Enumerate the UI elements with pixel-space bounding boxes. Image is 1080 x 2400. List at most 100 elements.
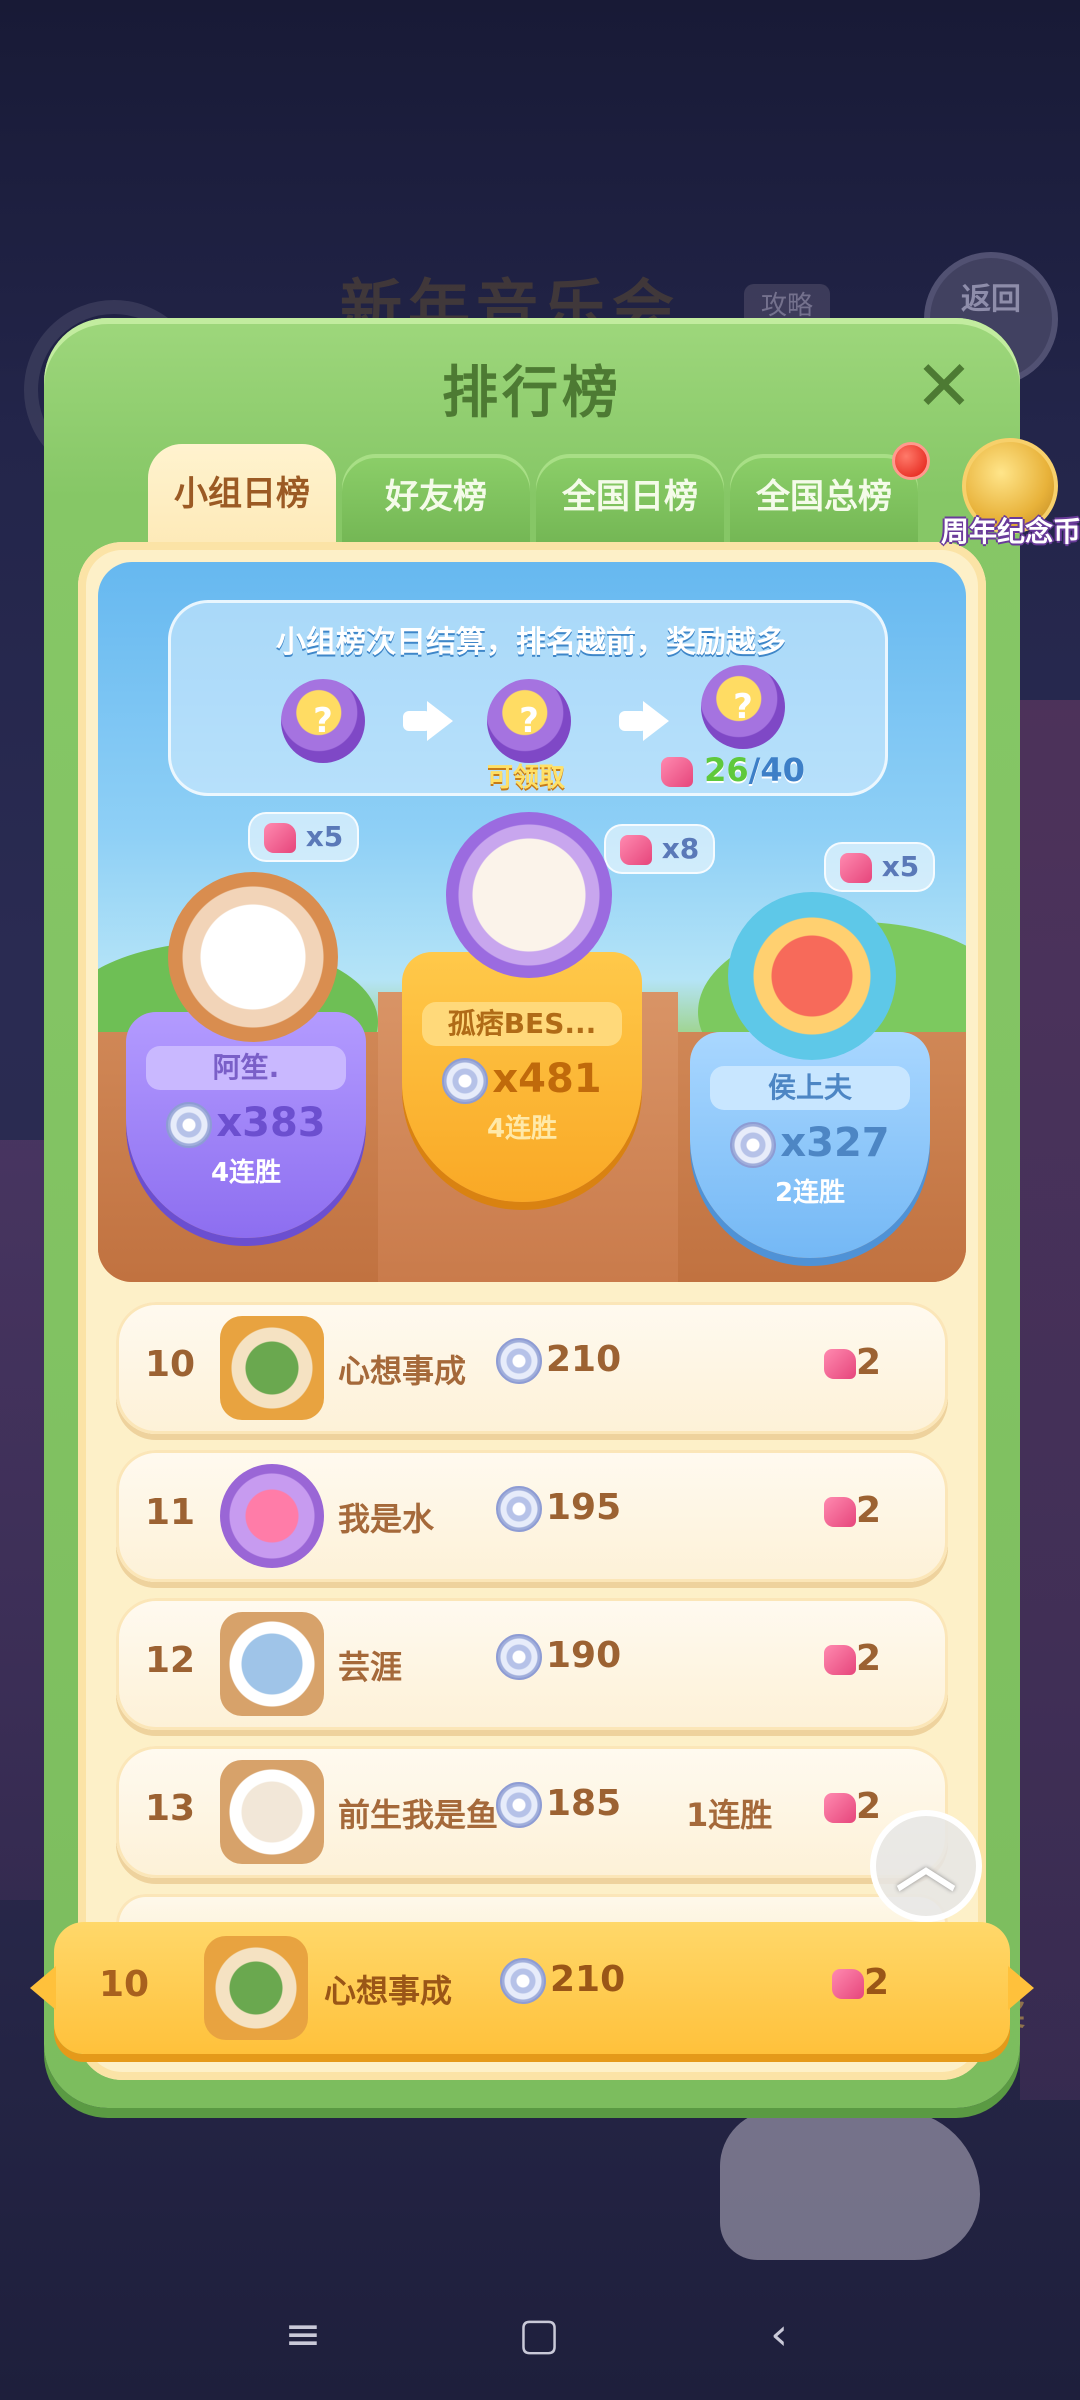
tab-group-daily[interactable]: 小组日榜 [148, 444, 336, 554]
third-pieces-tag: x5 [824, 842, 936, 892]
my-name: 心想事成 [324, 1972, 453, 2010]
my-avatar[interactable] [204, 1936, 308, 2040]
second-name: 阿笙. [146, 1046, 346, 1090]
second-avatar[interactable] [168, 872, 338, 1042]
reward-chest-2[interactable]: ? [487, 679, 571, 763]
player-pieces: 2 [824, 1342, 881, 1383]
rank-number: 11 [144, 1492, 196, 1533]
my-rank-row[interactable]: 10 心想事成 210 2 [30, 1922, 1034, 2054]
first-streak: 4连胜 [486, 1114, 558, 1144]
player-avatar[interactable] [220, 1612, 324, 1716]
ranking-row-12[interactable]: 12 芸涯 190 2 [116, 1598, 948, 1730]
second-score: x383 [126, 1100, 366, 1148]
puzzle-piece-icon [824, 1645, 856, 1675]
rank-number: 12 [144, 1640, 196, 1681]
disc-icon [496, 1486, 542, 1532]
modal-title: 排行榜 [442, 361, 622, 426]
puzzle-piece-icon [661, 757, 693, 787]
tab-national-total[interactable]: 全国总榜 [730, 454, 918, 550]
close-button[interactable]: ✕ [906, 348, 982, 424]
third-pieces-count: x5 [881, 850, 920, 883]
puzzle-piece-icon [832, 1969, 864, 1999]
disc-icon [166, 1102, 213, 1148]
notification-dot [892, 442, 930, 480]
player-score: 195 [496, 1486, 621, 1532]
puzzle-piece-icon [264, 823, 296, 853]
second-pieces-tag: x5 [248, 812, 360, 862]
first-avatar[interactable] [446, 812, 612, 978]
content-panel: 小组榜次日结算，排名越前，奖励越多 ? ? 可领取 ? 26/40 x5 x8 … [78, 542, 986, 2080]
reward-info-text: 小组榜次日结算，排名越前，奖励越多 [276, 625, 786, 660]
arrow-right-icon [427, 701, 453, 741]
my-score: 210 [500, 1958, 625, 2004]
reward-chest-1[interactable]: ? [281, 679, 365, 763]
close-icon: ✕ [914, 345, 974, 427]
player-avatar[interactable] [220, 1464, 324, 1568]
first-pieces-tag: x8 [604, 824, 716, 874]
player-pieces: 2 [824, 1490, 881, 1531]
nav-home-button[interactable]: ▢ [504, 2300, 574, 2370]
nav-menu-button[interactable]: ≡ [268, 2300, 338, 2370]
puzzle-piece-icon [620, 835, 652, 865]
disc-icon [496, 1782, 542, 1828]
player-pieces: 2 [824, 1638, 881, 1679]
second-streak: 4连胜 [210, 1158, 282, 1188]
third-streak: 2连胜 [774, 1178, 846, 1208]
player-avatar[interactable] [220, 1760, 324, 1864]
podium-first[interactable]: 孤痞BES... x481 4连胜 [402, 952, 642, 1202]
chevron-up-icon: ︿ [896, 1831, 956, 1901]
notch-left [30, 1966, 56, 2010]
reward-info-box: 小组榜次日结算，排名越前，奖励越多 ? ? 可领取 ? 26/40 [168, 600, 888, 796]
menu-icon: ≡ [284, 2309, 322, 2360]
notch-right [1008, 1966, 1034, 2010]
background-hand-graphic [720, 2110, 980, 2260]
ranking-row-10[interactable]: 10 心想事成 210 2 [116, 1302, 948, 1434]
anniversary-coin-label: 周年纪念币 [940, 515, 1080, 548]
disc-icon [730, 1122, 777, 1168]
ranking-row-13[interactable]: 13 前生我是鱼 185 1连胜 2 [116, 1746, 948, 1878]
system-nav-bar: ≡ ▢ ‹ [0, 2290, 1080, 2380]
puzzle-piece-icon [824, 1793, 856, 1823]
player-streak: 1连胜 [686, 1796, 773, 1834]
player-name: 芸涯 [338, 1648, 403, 1686]
disc-icon [442, 1058, 489, 1104]
player-name: 前生我是鱼 [338, 1796, 499, 1834]
progress-current: 26 [704, 751, 749, 789]
first-score: x481 [402, 1056, 642, 1104]
tab-friends[interactable]: 好友榜 [342, 454, 530, 550]
puzzle-progress: 26/40 [661, 751, 805, 789]
reward-chest-3[interactable]: ? [701, 665, 785, 749]
leaderboard-modal: 排行榜 ✕ 小组日榜 好友榜 全国日榜 全国总榜 小组榜次日结算，排名越前，奖励… [30, 318, 1034, 2108]
anniversary-coin-badge[interactable]: 周年纪念币 [941, 428, 1080, 566]
nav-back-button[interactable]: ‹ [744, 2300, 814, 2370]
first-name: 孤痞BES... [422, 1002, 622, 1046]
my-rank-number: 10 [98, 1964, 150, 2005]
disc-icon [496, 1634, 542, 1680]
background-side-right [1020, 700, 1080, 2100]
player-name: 我是水 [338, 1500, 435, 1538]
rank-number: 10 [144, 1344, 196, 1385]
my-pieces: 2 [832, 1962, 889, 2003]
progress-total: /40 [748, 751, 805, 789]
puzzle-piece-icon [824, 1349, 856, 1379]
claimable-label: 可领取 [487, 763, 566, 793]
scroll-top-button[interactable]: ︿ [870, 1810, 982, 1922]
podium-stage: 小组榜次日结算，排名越前，奖励越多 ? ? 可领取 ? 26/40 x5 x8 … [98, 562, 966, 1282]
third-avatar[interactable] [728, 892, 896, 1060]
rank-number: 13 [144, 1788, 196, 1829]
back-arrow-icon: ‹ [770, 2309, 788, 2360]
tab-national-daily[interactable]: 全国日榜 [536, 454, 724, 550]
player-name: 心想事成 [338, 1352, 467, 1390]
home-square-icon: ▢ [518, 2309, 560, 2360]
first-pieces-count: x8 [661, 832, 700, 865]
third-score: x327 [690, 1120, 930, 1168]
puzzle-piece-icon [824, 1497, 856, 1527]
second-pieces-count: x5 [305, 820, 344, 853]
arrow-right-icon [643, 701, 669, 741]
ranking-row-11[interactable]: 11 我是水 195 2 [116, 1450, 948, 1582]
player-pieces: 2 [824, 1786, 881, 1827]
disc-icon [496, 1338, 542, 1384]
third-name: 侯上夫 [710, 1066, 910, 1110]
player-avatar[interactable] [220, 1316, 324, 1420]
player-score: 210 [496, 1338, 621, 1384]
